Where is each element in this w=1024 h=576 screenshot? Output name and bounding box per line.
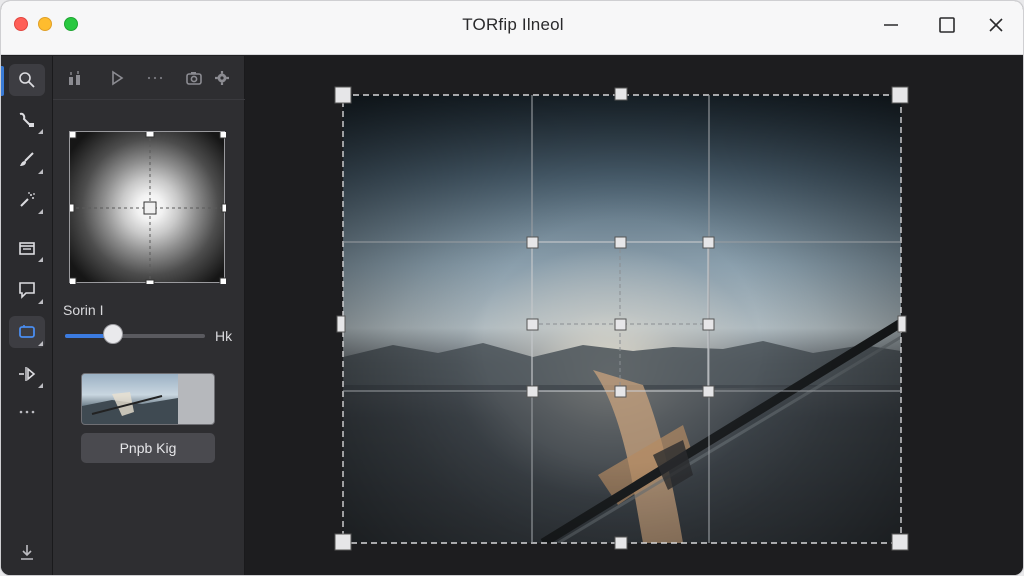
play-icon [112, 70, 124, 86]
download-tool-button[interactable] [9, 536, 45, 568]
camera-icon [186, 72, 202, 85]
title-bar: TORfip Ilneol [1, 1, 1023, 55]
more-tools-button[interactable] [9, 396, 45, 428]
minimize-button[interactable] [879, 13, 903, 37]
flip-tool-button[interactable] [9, 358, 45, 390]
brush-tool-button[interactable] [9, 144, 45, 176]
play-button[interactable] [106, 68, 128, 88]
layers-icon [19, 242, 35, 255]
export-button[interactable]: Pnpb Kig [81, 433, 215, 463]
slider-label: Sorin I [63, 302, 104, 318]
close-icon [989, 18, 1003, 32]
magnifier-icon [19, 72, 35, 88]
flip-icon [19, 367, 36, 381]
snapshot-button[interactable] [183, 68, 205, 88]
path-tool-button[interactable] [9, 104, 45, 136]
ellipsis-icon [19, 410, 35, 414]
submenu-indicator [38, 341, 43, 346]
layers-tool-button[interactable] [9, 232, 45, 264]
crop-overlay[interactable] [245, 56, 1024, 576]
settings-button[interactable] [211, 68, 233, 88]
maximize-button[interactable] [935, 13, 959, 37]
align-button[interactable] [64, 68, 86, 88]
tool-rail [1, 56, 53, 575]
window-title: TORfip Ilneol [462, 15, 564, 34]
brush-icon [20, 152, 34, 166]
image-thumbnail[interactable] [81, 373, 215, 425]
submenu-indicator [38, 169, 43, 174]
minimize-icon [884, 24, 898, 26]
slider-thumb[interactable] [102, 324, 123, 344]
canvas-area[interactable] [245, 56, 1024, 576]
pen-path-icon [19, 112, 34, 127]
submenu-indicator [38, 257, 43, 262]
zoom-tool-button[interactable] [9, 64, 45, 96]
panel-toolbar [53, 56, 245, 100]
gear-icon [215, 71, 229, 85]
slider-track[interactable] [65, 334, 205, 338]
align-icon [69, 71, 80, 85]
active-rail-indicator [1, 66, 4, 96]
submenu-indicator [38, 209, 43, 214]
maximize-icon [939, 17, 955, 33]
close-button[interactable] [984, 13, 1008, 37]
transform-icon [19, 325, 35, 338]
mask-preview-grid [70, 132, 226, 284]
comment-tool-button[interactable] [9, 274, 45, 306]
more-options-button[interactable] [144, 68, 166, 88]
download-icon [21, 545, 33, 560]
spray-tool-button[interactable] [9, 184, 45, 216]
submenu-indicator [38, 129, 43, 134]
transform-tool-button[interactable] [9, 316, 45, 348]
mask-preview[interactable] [69, 131, 226, 284]
app-window: TORfip Ilneol Sorin I Hk Pnpb Kig [0, 0, 1024, 576]
ellipsis-icon [147, 76, 163, 80]
spray-icon [20, 192, 35, 207]
slider-value: Hk [215, 328, 233, 344]
submenu-indicator [38, 299, 43, 304]
comment-icon [19, 282, 35, 299]
submenu-indicator [38, 383, 43, 388]
properties-panel: Sorin I Hk Pnpb Kig [53, 56, 245, 575]
thumbnail-image [82, 374, 178, 424]
